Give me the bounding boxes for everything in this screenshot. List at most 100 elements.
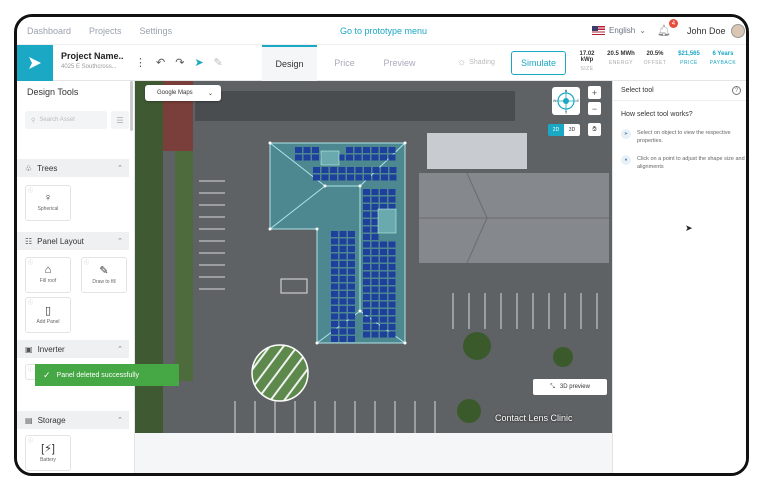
solar-panel[interactable] xyxy=(363,294,370,300)
solar-panel[interactable] xyxy=(331,268,338,275)
map-source-dropdown[interactable]: Google Maps ⌄ xyxy=(145,85,221,101)
solar-panel[interactable] xyxy=(339,313,347,320)
solar-panel[interactable] xyxy=(363,324,370,330)
tool-battery[interactable]: ⓘ [⚡] Battery xyxy=(25,435,71,471)
solar-panel[interactable] xyxy=(312,147,319,153)
zoom-in-button[interactable]: + xyxy=(588,86,601,99)
solar-panel[interactable] xyxy=(330,174,337,181)
help-icon[interactable]: ? xyxy=(732,86,741,95)
solar-panel[interactable] xyxy=(371,204,379,210)
prototype-menu-link[interactable]: Go to prototype menu xyxy=(340,26,427,36)
solar-panel[interactable] xyxy=(348,238,355,245)
pencil-icon[interactable]: ✎ xyxy=(214,56,223,69)
solar-panel[interactable] xyxy=(388,154,396,161)
solar-panel[interactable] xyxy=(339,238,347,245)
solar-panel[interactable] xyxy=(380,264,387,270)
filter-icon[interactable]: ☰ xyxy=(111,111,129,129)
solar-panel[interactable] xyxy=(363,147,370,153)
section-panel-layout[interactable]: ☷ Panel Layout ⌃ xyxy=(17,232,129,250)
solar-panel[interactable] xyxy=(380,154,387,161)
solar-panel[interactable] xyxy=(331,291,338,297)
solar-panel[interactable] xyxy=(363,189,370,195)
nav-settings[interactable]: Settings xyxy=(140,26,173,36)
solar-panel[interactable] xyxy=(312,154,319,161)
more-vertical-icon[interactable]: ⋮ xyxy=(135,56,146,69)
solar-panel[interactable] xyxy=(388,249,396,255)
solar-panel[interactable] xyxy=(371,316,379,323)
solar-panel[interactable] xyxy=(339,231,347,237)
solar-panel[interactable] xyxy=(371,147,379,153)
solar-panel[interactable] xyxy=(371,256,379,263)
solar-panel[interactable] xyxy=(380,196,387,203)
solar-panel[interactable] xyxy=(380,241,387,248)
solar-panel[interactable] xyxy=(371,324,379,330)
solar-panel[interactable] xyxy=(371,226,379,233)
solar-panel[interactable] xyxy=(363,256,370,263)
solar-panel[interactable] xyxy=(346,147,353,153)
solar-panel[interactable] xyxy=(331,276,338,282)
solar-panel[interactable] xyxy=(388,271,396,278)
solar-panel[interactable] xyxy=(363,249,370,255)
select-cursor-icon[interactable]: ➤ xyxy=(194,56,203,69)
nav-projects[interactable]: Projects xyxy=(89,26,122,36)
solar-panel[interactable] xyxy=(388,316,396,323)
solar-panel[interactable] xyxy=(348,276,355,282)
solar-panel[interactable] xyxy=(303,147,311,153)
solar-panel[interactable] xyxy=(388,279,396,285)
solar-panel[interactable] xyxy=(331,283,338,290)
solar-panel[interactable] xyxy=(381,174,388,181)
solar-panel[interactable] xyxy=(339,321,347,327)
solar-panel[interactable] xyxy=(371,196,379,203)
solar-panel[interactable] xyxy=(371,234,379,240)
solar-panel[interactable] xyxy=(355,174,363,181)
solar-panel[interactable] xyxy=(364,174,371,181)
section-inverter[interactable]: ▣ Inverter ⌃ xyxy=(17,340,129,358)
solar-panel[interactable] xyxy=(363,241,370,248)
solar-panel[interactable] xyxy=(348,313,355,320)
solar-panel[interactable] xyxy=(364,167,371,173)
solar-panel[interactable] xyxy=(371,264,379,270)
notification-bell-icon[interactable]: 🔔︎ 4 xyxy=(657,19,678,37)
solar-panel[interactable] xyxy=(380,331,387,338)
solar-panel[interactable] xyxy=(388,196,396,203)
solar-panel[interactable] xyxy=(303,154,311,161)
solar-panel[interactable] xyxy=(331,246,338,252)
solar-panel[interactable] xyxy=(354,154,362,161)
view-3d-button[interactable]: 3D xyxy=(564,124,580,136)
solar-panel[interactable] xyxy=(331,321,338,327)
solar-panel[interactable] xyxy=(339,298,347,305)
solar-panel[interactable] xyxy=(371,301,379,308)
solar-panel[interactable] xyxy=(380,294,387,300)
shading-toggle[interactable]: ☼ Shading xyxy=(457,57,495,68)
solar-panel[interactable] xyxy=(388,256,396,263)
solar-panel[interactable] xyxy=(363,226,370,233)
tab-preview[interactable]: Preview xyxy=(372,45,427,81)
solar-panel[interactable] xyxy=(348,246,355,252)
solar-panel[interactable] xyxy=(321,167,329,173)
solar-panel[interactable] xyxy=(389,167,397,173)
solar-panel[interactable] xyxy=(295,147,302,153)
solar-panel[interactable] xyxy=(339,328,347,335)
solar-panel[interactable] xyxy=(338,167,346,173)
solar-panel[interactable] xyxy=(363,211,370,218)
tab-price[interactable]: Price xyxy=(317,45,372,81)
solar-panel[interactable] xyxy=(388,301,396,308)
solar-panel[interactable] xyxy=(363,154,370,161)
solar-panel[interactable] xyxy=(380,147,387,153)
solar-panel[interactable] xyxy=(339,306,347,312)
solar-panel[interactable] xyxy=(347,174,354,181)
solar-panel[interactable] xyxy=(371,309,379,315)
undo-icon[interactable]: ↶ xyxy=(156,56,165,69)
solar-panel[interactable] xyxy=(339,336,347,342)
solar-panel[interactable] xyxy=(380,301,387,308)
solar-panel[interactable] xyxy=(371,211,379,218)
redo-icon[interactable]: ↷ xyxy=(175,56,184,69)
user-menu[interactable]: John Doe xyxy=(687,23,745,38)
language-selector[interactable]: English ⌄ xyxy=(592,26,646,35)
solar-panel[interactable] xyxy=(354,147,362,153)
solar-panel[interactable] xyxy=(363,331,370,338)
tool-spherical[interactable]: ⓘ ♀ Spherical xyxy=(25,185,71,221)
solar-panel[interactable] xyxy=(331,231,338,237)
solar-panel[interactable] xyxy=(363,279,370,285)
solar-panel[interactable] xyxy=(331,253,338,260)
